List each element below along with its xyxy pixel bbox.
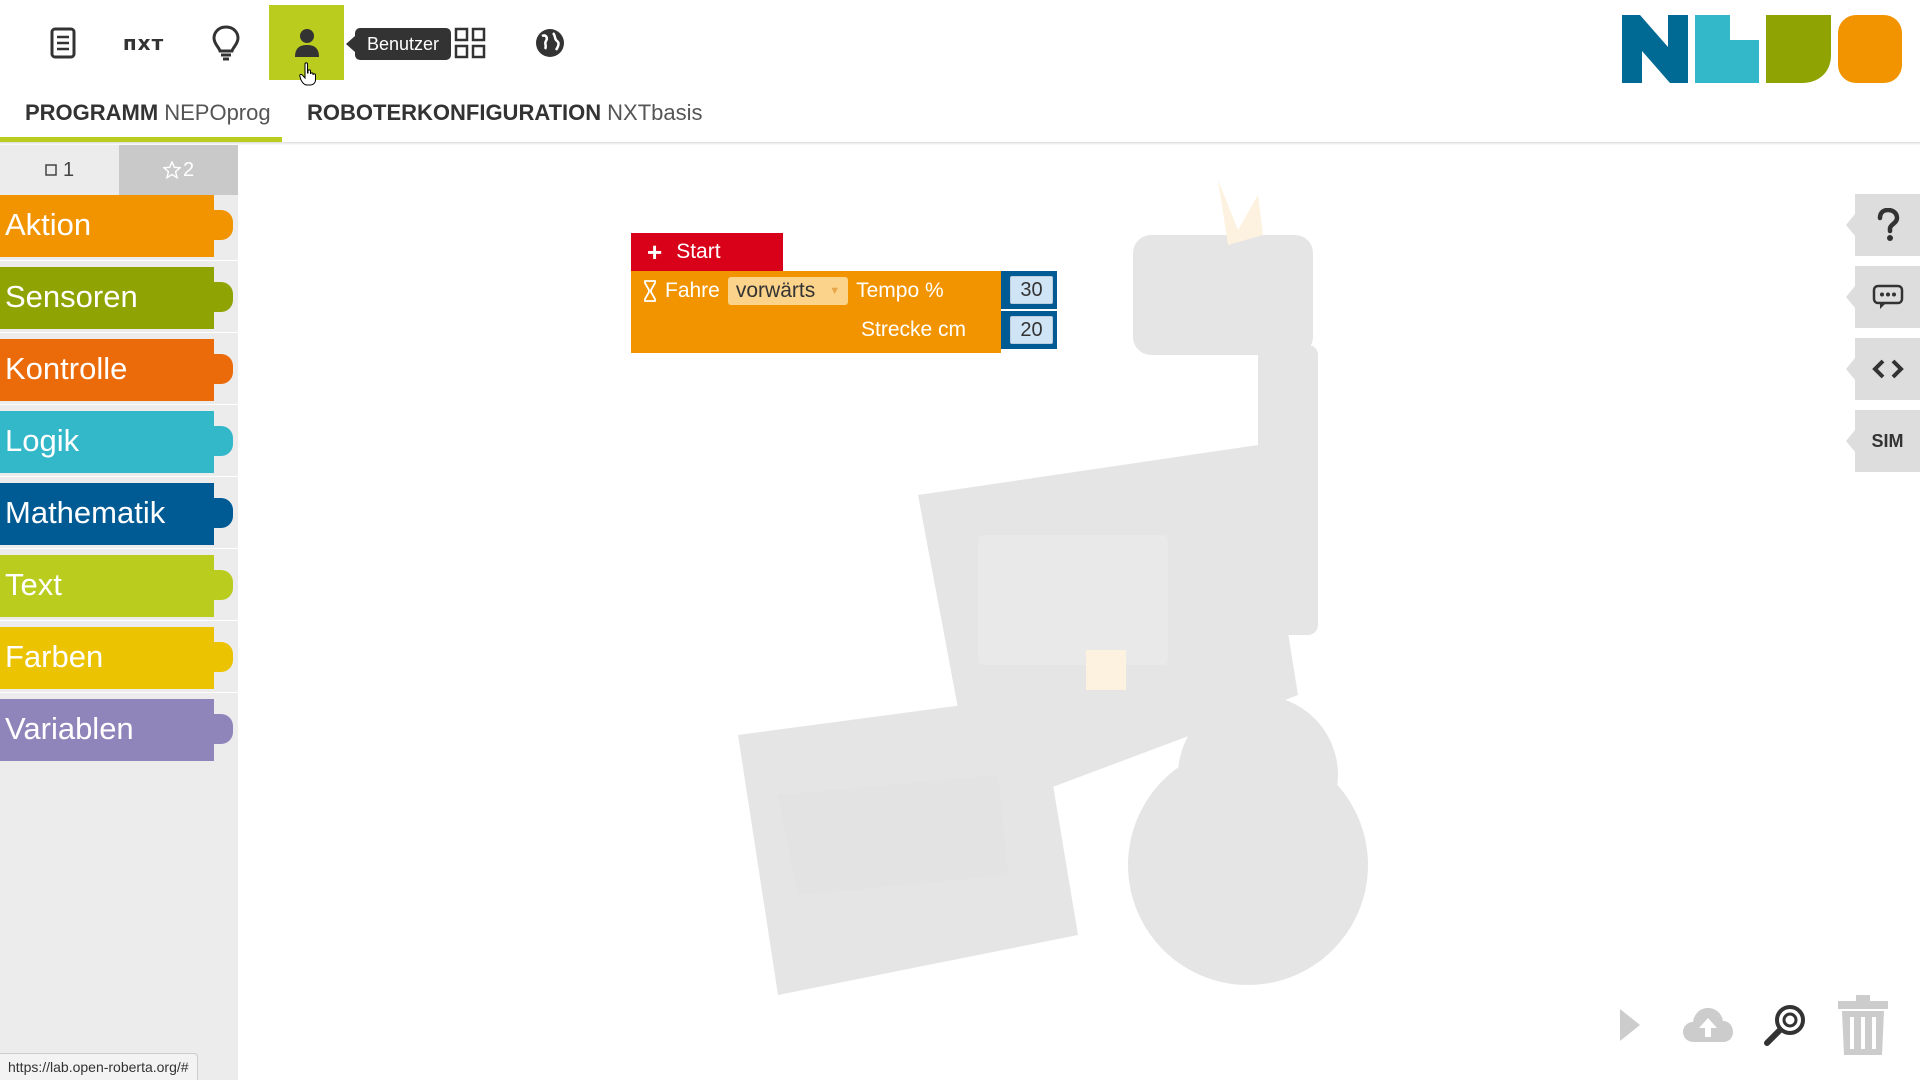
robot-selector-button[interactable]: пхт <box>106 5 181 80</box>
user-tooltip: Benutzer <box>345 28 452 60</box>
program-workspace[interactable]: + Start Fahre vorwärts ▼ Tempo % Strecke… <box>238 145 1920 1080</box>
code-icon[interactable] <box>1846 338 1920 400</box>
category-sensoren[interactable]: Sensoren <box>0 267 238 329</box>
star-icon <box>162 161 181 179</box>
distance-label: Strecke cm <box>861 318 967 341</box>
tab-program-label: PROGRAMM <box>25 100 159 125</box>
cloud-upload-icon[interactable] <box>1680 1000 1735 1050</box>
category-label: Farben <box>0 627 214 689</box>
tab-program-name: NEPOprog <box>164 100 271 125</box>
category-aktion[interactable]: Aktion <box>0 195 238 257</box>
speed-number-block[interactable]: 30 <box>1001 271 1057 309</box>
document-icon[interactable] <box>25 5 100 80</box>
category-variablen[interactable]: Variablen <box>0 699 238 761</box>
sim-button[interactable]: SIM <box>1846 410 1920 472</box>
category-text[interactable]: Text <box>0 555 238 617</box>
distance-number-block[interactable]: 20 <box>1001 311 1057 349</box>
status-url: https://lab.open-roberta.org/# <box>0 1053 198 1080</box>
globe-icon[interactable] <box>512 5 587 80</box>
start-block-label: Start <box>676 240 721 263</box>
sim-label: SIM <box>1871 430 1904 451</box>
nepo-logo <box>1622 15 1902 83</box>
level-1-label: 1 <box>62 158 75 181</box>
category-label: Logik <box>0 411 214 473</box>
divider <box>0 548 238 549</box>
category-label: Mathematik <box>0 483 214 545</box>
category-farben[interactable]: Farben <box>0 627 238 689</box>
top-bar: пхт Benutzer PROGRAMM NEPOprog ROBOTERKO… <box>0 0 1920 142</box>
category-logik[interactable]: Logik <box>0 411 238 473</box>
category-connector <box>212 282 233 312</box>
divider <box>0 692 238 693</box>
category-label: Kontrolle <box>0 339 214 401</box>
category-connector <box>212 354 233 384</box>
tab-robot-name: NXTbasis <box>607 100 703 125</box>
distance-input[interactable]: 20 <box>1010 316 1053 344</box>
square-icon <box>45 164 57 176</box>
robot-label: пхт <box>122 30 165 55</box>
speed-input[interactable]: 30 <box>1010 276 1053 304</box>
category-connector <box>212 426 233 456</box>
level-tab-1[interactable]: 1 <box>0 145 119 195</box>
divider <box>0 260 238 261</box>
lightbulb-icon[interactable] <box>188 5 263 80</box>
category-connector <box>212 714 233 744</box>
drive-block[interactable]: Fahre vorwärts ▼ Tempo % Strecke cm 30 2… <box>631 271 1057 353</box>
category-kontrolle[interactable]: Kontrolle <box>0 339 238 401</box>
category-mathematik[interactable]: Mathematik <box>0 483 238 545</box>
divider <box>0 404 238 405</box>
divider <box>0 620 238 621</box>
user-icon[interactable] <box>269 5 344 86</box>
category-label: Text <box>0 555 214 617</box>
zoom-icon[interactable] <box>1760 1000 1810 1050</box>
level-tabs: 1 2 <box>0 145 238 195</box>
divider <box>0 476 238 477</box>
tab-program[interactable]: PROGRAMM NEPOprog <box>0 100 282 142</box>
question-icon[interactable] <box>1846 194 1920 256</box>
direction-value: vorwärts <box>735 279 816 302</box>
direction-dropdown[interactable]: vorwärts ▼ <box>727 277 849 305</box>
plus-icon[interactable]: + <box>647 237 662 268</box>
drive-label: Fahre <box>665 279 720 302</box>
divider <box>0 332 238 333</box>
speed-label: Tempo % <box>856 279 944 302</box>
tab-robot-label: ROBOTERKONFIGURATION <box>307 100 602 125</box>
category-connector <box>212 210 233 240</box>
chevron-down-icon: ▼ <box>829 285 841 297</box>
category-label: Variablen <box>0 699 214 761</box>
category-connector <box>212 498 233 528</box>
trash-icon[interactable] <box>1835 992 1891 1058</box>
category-label: Aktion <box>0 195 214 257</box>
category-label: Sensoren <box>0 267 214 329</box>
hand-cursor-icon <box>299 62 316 86</box>
play-icon[interactable] <box>1610 1000 1650 1050</box>
comment-icon[interactable] <box>1846 266 1920 328</box>
category-connector <box>212 642 233 672</box>
category-connector <box>212 570 233 600</box>
start-block[interactable]: + Start <box>631 233 783 271</box>
level-2-label: 2 <box>182 158 195 181</box>
hourglass-icon <box>644 280 656 302</box>
block-toolbox: 1 2 Aktion Sensoren Kontrolle Logik Math… <box>0 145 238 1080</box>
tab-robot-configuration[interactable]: ROBOTERKONFIGURATION NXTbasis <box>282 100 728 142</box>
level-tab-2[interactable]: 2 <box>119 145 238 195</box>
